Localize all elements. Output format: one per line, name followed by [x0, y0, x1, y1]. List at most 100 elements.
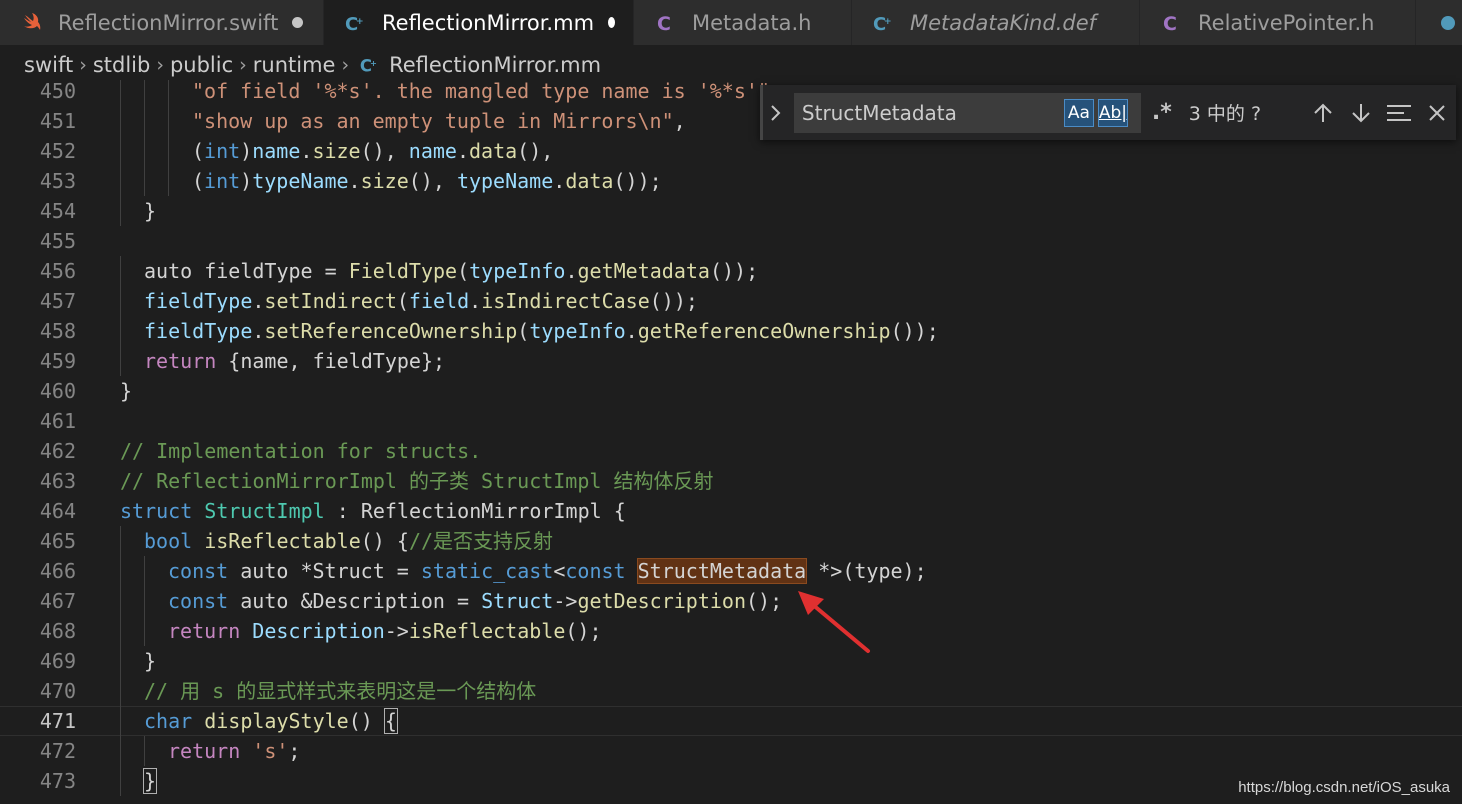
- code-token: 's': [252, 739, 289, 763]
- find-in-selection-button[interactable]: [1380, 94, 1418, 132]
- code-line[interactable]: 463 // ReflectionMirrorImpl 的子类 StructImp…: [0, 466, 1462, 496]
- code-text: "show up as an empty tuple in Mirrors\n"…: [192, 106, 686, 136]
- code-token: ;: [288, 739, 301, 763]
- code-token: auto fieldType =: [144, 259, 349, 283]
- line-number: 450: [39, 80, 76, 103]
- code-token: <: [553, 559, 566, 583]
- indent-guide: [120, 736, 121, 766]
- code-line[interactable]: 458 fieldType.setReferenceOwnership(typeI…: [0, 316, 1462, 346]
- code-token: }: [142, 768, 158, 794]
- code-line[interactable]: 459 return {name, fieldType};: [0, 346, 1462, 376]
- tab-label: Metadata.h: [692, 10, 812, 35]
- code-line[interactable]: 457 fieldType.setIndirect(field.isIndirec…: [0, 286, 1462, 316]
- code-token: getReferenceOwnership: [637, 319, 891, 343]
- code-line[interactable]: 460}: [0, 376, 1462, 406]
- code-line[interactable]: 470 // 用 s 的显式样式来表明这是一个结构体: [0, 676, 1462, 706]
- code-token: (),: [408, 169, 457, 193]
- code-line[interactable]: 471 char displayStyle() {: [0, 706, 1462, 736]
- code-token: // Implementation for structs.: [120, 439, 482, 463]
- match-count: 3 中的 ?: [1188, 103, 1262, 125]
- code-line[interactable]: 467 const auto &Description = Struct->get…: [0, 586, 1462, 616]
- indent-guide: [120, 136, 121, 166]
- code-token: const: [168, 589, 229, 613]
- regex-toggle[interactable]: .*: [1147, 99, 1177, 127]
- indent-guide: [120, 256, 121, 286]
- breadcrumb-item[interactable]: swift: [24, 53, 73, 77]
- next-match-button[interactable]: [1342, 94, 1380, 132]
- chevron-right-icon: ›: [79, 54, 87, 76]
- indent-guide: [120, 676, 121, 706]
- breadcrumb-item[interactable]: stdlib: [93, 53, 151, 77]
- code-line[interactable]: 456 auto fieldType = FieldType(typeInfo.g…: [0, 256, 1462, 286]
- find-input[interactable]: [799, 99, 1064, 126]
- indent-guide: [144, 80, 145, 106]
- indent-guide: [120, 766, 121, 796]
- indent-guide: [120, 586, 121, 616]
- tab-3[interactable]: C + MetadataKind.def: [852, 0, 1140, 45]
- breadcrumb-item[interactable]: ReflectionMirror.mm: [389, 53, 601, 77]
- code-line[interactable]: 462 // Implementation for structs.: [0, 436, 1462, 466]
- code-text: }: [144, 196, 156, 226]
- code-text: fieldType.setIndirect(field.isIndirectCa…: [144, 286, 698, 316]
- code-token: .: [625, 319, 638, 343]
- code-token: return: [168, 619, 241, 643]
- match-case-toggle[interactable]: Aa: [1063, 98, 1094, 127]
- line-number: 454: [39, 199, 76, 223]
- code-token: char: [144, 709, 193, 733]
- code-token: size: [360, 169, 409, 193]
- code-token: name: [408, 139, 457, 163]
- code-line[interactable]: 466 const auto *Struct = static_cast<cons…: [0, 556, 1462, 586]
- chevron-right-icon: [771, 104, 781, 121]
- unsaved-dot-icon[interactable]: [292, 17, 304, 28]
- code-token: Struct: [481, 589, 554, 613]
- whole-word-toggle[interactable]: Ab|: [1097, 98, 1128, 127]
- code-line[interactable]: 452 (int)name.size(), name.data(),: [0, 136, 1462, 166]
- line-number: 460: [39, 379, 76, 403]
- line-number: 452: [39, 139, 76, 163]
- breadcrumb-item[interactable]: public: [170, 53, 233, 77]
- code-token: .: [565, 259, 578, 283]
- code-line[interactable]: 469}: [0, 646, 1462, 676]
- find-input-box: Aa Ab|: [793, 92, 1141, 133]
- unsaved-dot-icon[interactable]: [608, 17, 615, 28]
- code-line[interactable]: 464 struct StructImpl : ReflectionMirrorI…: [0, 496, 1462, 526]
- tab-1[interactable]: C + ReflectionMirror.mm: [324, 0, 634, 45]
- tab-2[interactable]: C Metadata.h: [634, 0, 852, 45]
- tab-0[interactable]: ReflectionMirror.swift: [0, 0, 324, 45]
- tab-overflow[interactable]: [1416, 0, 1462, 45]
- swift-icon: [20, 11, 44, 35]
- line-number: 473: [39, 769, 76, 793]
- toggle-replace-button[interactable]: [760, 85, 790, 140]
- indent-guide: [120, 346, 121, 376]
- code-token: ();: [565, 619, 602, 643]
- tab-4[interactable]: C RelativePointer.h: [1140, 0, 1416, 45]
- code-line[interactable]: 453 (int)typeName.size(), typeName.data()…: [0, 166, 1462, 196]
- tab-label: ReflectionMirror.mm: [382, 10, 595, 35]
- close-find-button[interactable]: [1418, 94, 1456, 132]
- line-number: 466: [39, 559, 76, 583]
- code-token: ->: [553, 589, 578, 613]
- code-text: bool isReflectable() {//是否支持反射: [144, 526, 553, 556]
- indent-guide: [120, 556, 121, 586]
- code-token: typeInfo: [529, 319, 626, 343]
- code-line[interactable]: 468 return Description->isReflectable();: [0, 616, 1462, 646]
- code-text: char displayStyle() {: [144, 706, 398, 736]
- code-line[interactable]: 455: [0, 226, 1462, 256]
- code-line[interactable]: 461: [0, 406, 1462, 436]
- code-line[interactable]: 465 bool isReflectable() {//是否支持反射: [0, 526, 1462, 556]
- indent-guide: [144, 106, 145, 136]
- chevron-right-icon: ›: [239, 54, 247, 76]
- breadcrumb-item[interactable]: runtime: [253, 53, 336, 77]
- code-line[interactable]: 454}: [0, 196, 1462, 226]
- code-token: typeInfo: [469, 259, 566, 283]
- previous-match-button[interactable]: [1304, 94, 1342, 132]
- code-text: return 's';: [168, 736, 300, 766]
- code-text: // ReflectionMirrorImpl 的子类 StructImpl 结…: [120, 466, 713, 496]
- code-line[interactable]: 472 return 's';: [0, 736, 1462, 766]
- code-text: (int)name.size(), name.data(),: [192, 136, 553, 166]
- code-editor[interactable]: 450 "of field '%*s'. the mangled type nam…: [0, 80, 1462, 804]
- code-token: //是否支持反射: [408, 529, 554, 553]
